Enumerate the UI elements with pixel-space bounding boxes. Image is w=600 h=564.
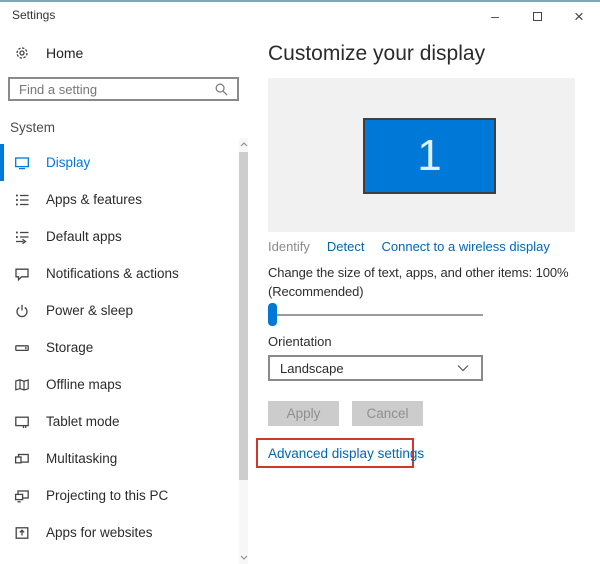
maximize-button[interactable] <box>516 2 558 30</box>
gear-icon <box>14 45 30 61</box>
home-label: Home <box>46 45 84 61</box>
window-title: Settings <box>12 8 56 22</box>
slider-track[interactable] <box>270 314 483 316</box>
sidebar-item-default-apps[interactable]: Default apps <box>0 218 238 255</box>
sidebar-item-storage[interactable]: Storage <box>0 329 238 366</box>
sidebar-item-home[interactable]: Home <box>8 41 83 65</box>
close-icon: × <box>574 6 584 26</box>
apps-websites-icon <box>14 525 30 541</box>
sidebar-scrollbar[interactable] <box>239 138 248 564</box>
detect-link[interactable]: Detect <box>327 239 365 254</box>
sidebar-item-projecting[interactable]: Projecting to this PC <box>0 477 238 514</box>
scale-description-line1: Change the size of text, apps, and other… <box>268 265 569 280</box>
sidebar-item-label: Tablet mode <box>46 414 120 429</box>
apps-features-icon <box>14 192 30 208</box>
slider-handle[interactable] <box>268 303 277 326</box>
sidebar-item-label: Projecting to this PC <box>46 488 169 503</box>
sidebar-item-notifications[interactable]: Notifications & actions <box>0 255 238 292</box>
sidebar-item-tablet-mode[interactable]: Tablet mode <box>0 403 238 440</box>
sidebar-item-apps-for-websites[interactable]: Apps for websites <box>0 514 238 551</box>
search-box <box>8 77 239 101</box>
sidebar-item-label: Default apps <box>46 229 122 244</box>
minimize-button[interactable]: – <box>474 2 516 30</box>
default-apps-icon <box>14 229 30 245</box>
display-icon <box>14 155 30 171</box>
page-title: Customize your display <box>268 42 486 65</box>
scrollbar-down-icon[interactable] <box>239 551 248 564</box>
sidebar-item-label: Apps & features <box>46 192 143 207</box>
notifications-icon <box>14 266 30 282</box>
maximize-icon <box>532 11 542 21</box>
sidebar-item-offline-maps[interactable]: Offline maps <box>0 366 238 403</box>
settings-window: Settings – × Home System Display <box>0 0 600 564</box>
search-icon[interactable] <box>213 81 229 97</box>
advanced-display-settings-link[interactable]: Advanced display settings <box>268 446 424 461</box>
sidebar-item-label: Apps for websites <box>46 525 153 540</box>
window-controls: – × <box>474 2 600 30</box>
sidebar-item-power-sleep[interactable]: Power & sleep <box>0 292 238 329</box>
cancel-button[interactable]: Cancel <box>352 401 423 426</box>
offline-maps-icon <box>14 377 30 393</box>
monitor-number: 1 <box>417 131 442 180</box>
display-actions: Identify Detect Connect to a wireless di… <box>268 239 550 254</box>
power-icon <box>14 303 30 319</box>
search-input[interactable] <box>10 81 213 97</box>
tablet-mode-icon <box>14 414 30 430</box>
scale-description-line2: (Recommended) <box>268 284 364 299</box>
minimize-icon: – <box>491 8 499 24</box>
sidebar-nav: Display Apps & features Default apps Not… <box>0 144 238 551</box>
sidebar-item-display[interactable]: Display <box>0 144 238 181</box>
chevron-down-icon <box>455 360 471 376</box>
sidebar-item-apps-features[interactable]: Apps & features <box>0 181 238 218</box>
storage-icon <box>14 340 30 356</box>
scrollbar-up-icon[interactable] <box>239 138 248 151</box>
wireless-display-link[interactable]: Connect to a wireless display <box>382 239 550 254</box>
sidebar-item-label: Multitasking <box>46 451 118 466</box>
monitor-1[interactable]: 1 <box>363 118 496 194</box>
orientation-selected-value: Landscape <box>280 360 344 376</box>
projecting-icon <box>14 488 30 504</box>
scale-description: Change the size of text, apps, and other… <box>268 263 569 301</box>
sidebar-item-label: Power & sleep <box>46 303 134 318</box>
sidebar-section-header: System <box>10 120 56 135</box>
multitasking-icon <box>14 451 30 467</box>
identify-button[interactable]: Identify <box>268 239 310 254</box>
display-preview: 1 <box>268 78 575 232</box>
sidebar-item-multitasking[interactable]: Multitasking <box>0 440 238 477</box>
sidebar-item-label: Notifications & actions <box>46 266 179 281</box>
sidebar-item-label: Offline maps <box>46 377 122 392</box>
sidebar-item-label: Display <box>46 155 91 170</box>
scrollbar-thumb[interactable] <box>239 152 248 480</box>
sidebar-item-label: Storage <box>46 340 94 355</box>
orientation-dropdown[interactable]: Landscape <box>268 355 483 381</box>
close-button[interactable]: × <box>558 2 600 30</box>
apply-button[interactable]: Apply <box>268 401 339 426</box>
scale-slider[interactable] <box>268 303 483 326</box>
orientation-label: Orientation <box>268 334 332 349</box>
